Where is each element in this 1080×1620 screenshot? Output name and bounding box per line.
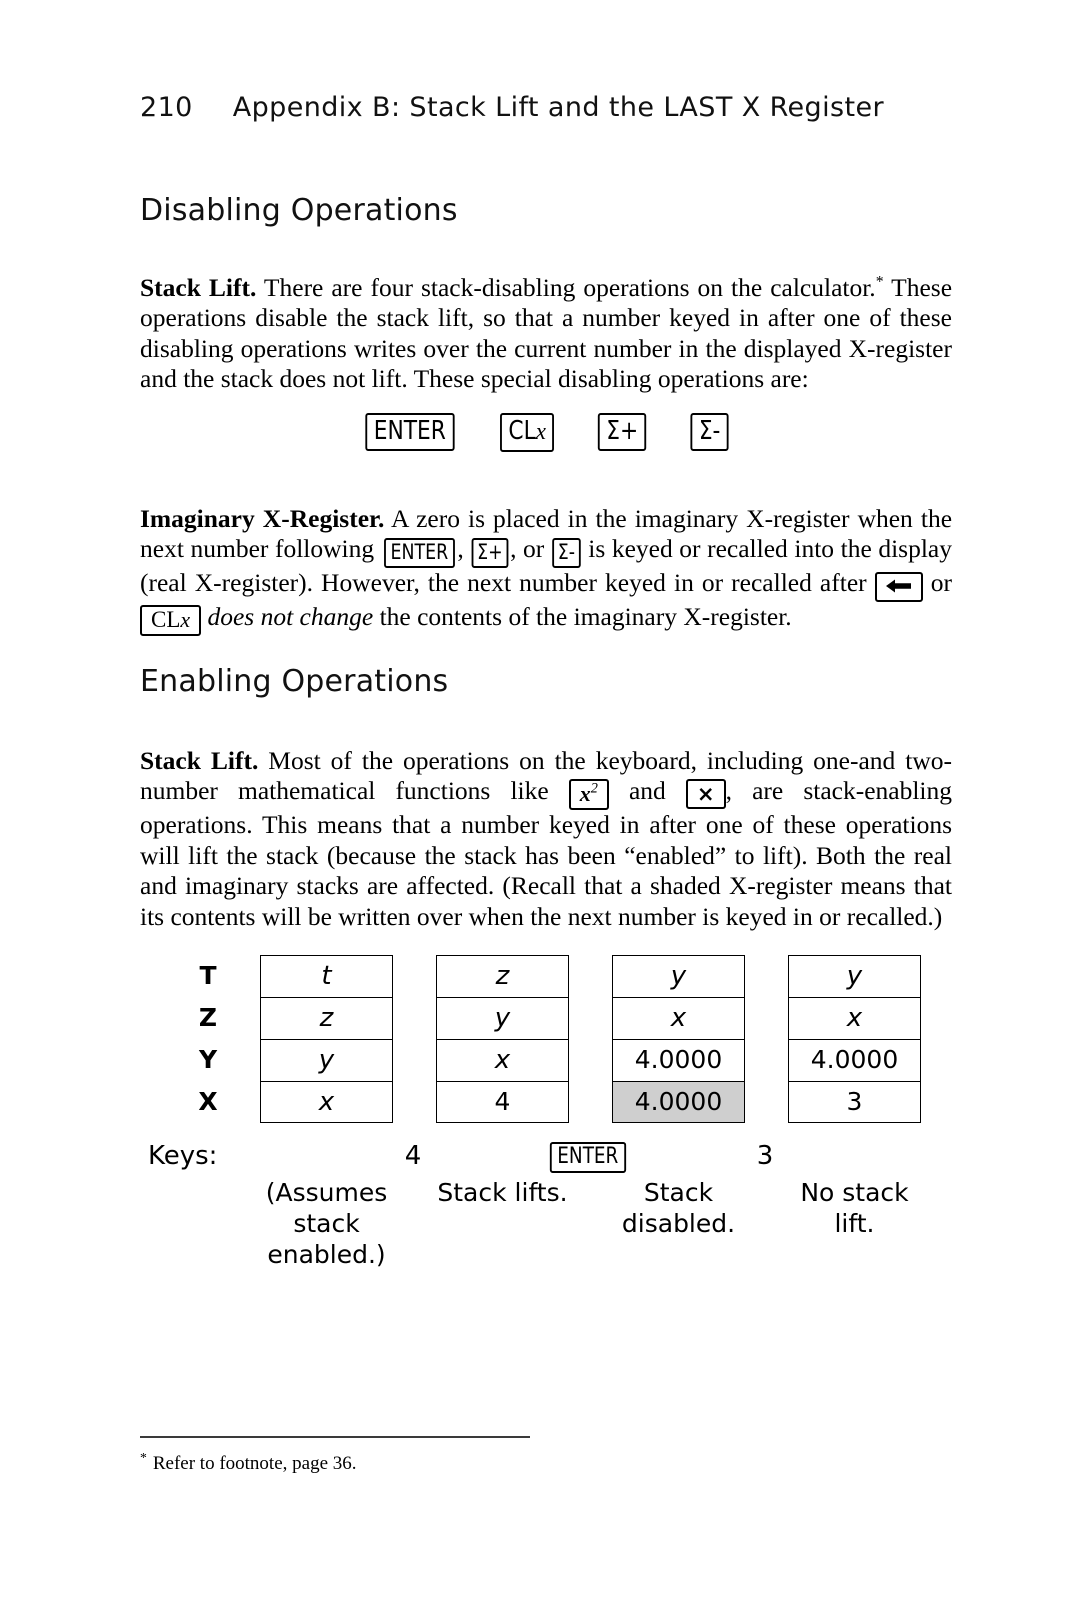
sigma-minus-key[interactable]: Σ-	[552, 538, 581, 569]
running-header: 210 Appendix B: Stack Lift and the LAST X…	[140, 92, 884, 123]
stack-cell-z: y	[436, 997, 569, 1039]
paragraph-text-part3: , or	[510, 534, 545, 564]
multiply-key[interactable]: ×	[685, 779, 726, 810]
section-heading-enabling-operations: Enabling Operations	[140, 664, 449, 699]
keystroke-3: 3	[756, 1141, 774, 1171]
stack-cell-y: 4.0000	[612, 1039, 745, 1081]
left-arrow-icon	[885, 579, 911, 593]
disabling-operations-key-row: ENTER CLx Σ+ Σ-	[140, 413, 952, 452]
register-label-column: T Z Y X	[180, 955, 236, 1123]
stack-cell-x: x	[260, 1081, 393, 1123]
footnote: * Refer to footnote, page 36.	[140, 1449, 740, 1476]
footnote-mark: *	[140, 1449, 147, 1465]
paragraph-text-part2: and	[628, 776, 666, 806]
footnote-reference-mark: *	[875, 273, 884, 290]
stack-cell-t: y	[788, 955, 921, 997]
stack-column-4: y x 4.0000 3	[788, 955, 921, 1123]
caption-column-1: (Assumes stack enabled.)	[265, 1178, 388, 1269]
stack-column-2: z y x 4	[436, 955, 569, 1123]
footnote-text: Refer to footnote, page 36.	[152, 1453, 357, 1474]
paragraph-stack-lift-enabling: Stack Lift. Most of the operations on th…	[140, 746, 952, 933]
footnote-separator-rule	[140, 1436, 530, 1438]
stack-cell-t: t	[260, 955, 393, 997]
register-label-x: X	[198, 1087, 218, 1116]
caption-column-3: Stack disabled.	[621, 1178, 736, 1238]
document-page: 210 Appendix B: Stack Lift and the LAST X…	[0, 0, 1080, 1620]
sigma-minus-key[interactable]: Σ-	[689, 413, 729, 451]
stack-cell-x: 4	[436, 1081, 569, 1123]
stack-cell-z: x	[788, 997, 921, 1039]
stack-cell-z: z	[260, 997, 393, 1039]
paragraph-text-part6: the contents of the imaginary X-register…	[379, 602, 792, 632]
stack-column-1: t z y x	[260, 955, 393, 1123]
stack-cell-y: y	[260, 1039, 393, 1081]
x-squared-key[interactable]: x2	[568, 779, 609, 810]
paragraph-emphasis-does-not-change: does not change	[207, 602, 374, 632]
register-label-z: Z	[198, 1003, 218, 1032]
paragraph-text-part2: ,	[457, 534, 464, 564]
stack-column-3: y x 4.0000 4.0000	[612, 955, 745, 1123]
keystroke-row: Keys: 4 ENTER 3	[140, 1137, 952, 1177]
paragraph-lead-in: Imaginary X-Register.	[140, 503, 385, 533]
keystroke-4: 4	[404, 1141, 422, 1171]
stack-columns: t z y x z y x 4 y x 4.0000 4.0000 y x 4.…	[260, 955, 952, 1123]
sigma-plus-key[interactable]: Σ+	[597, 413, 647, 451]
backspace-arrow-key[interactable]	[874, 572, 923, 603]
caption-column-4: No stack lift.	[800, 1178, 909, 1238]
keys-row-label: Keys:	[148, 1141, 218, 1171]
enter-key[interactable]: ENTER	[365, 413, 455, 451]
stack-cell-t: z	[436, 955, 569, 997]
keystroke-enter: ENTER	[520, 1137, 656, 1175]
paragraph-lead-in: Stack Lift.	[140, 745, 259, 775]
page-number: 210	[140, 92, 193, 123]
paragraph-text-part1: There are four stack-disabling operation…	[263, 272, 876, 302]
stack-cell-x-shaded: 4.0000	[612, 1081, 745, 1123]
paragraph-text-part5: or	[930, 568, 953, 598]
stack-diagram: T Z Y X t z y x z y x 4 y x 4.0000 4.000…	[140, 955, 952, 1285]
paragraph-imaginary-x-register: Imaginary X-Register. A zero is placed i…	[140, 504, 952, 636]
caption-column-2: Stack lifts.	[437, 1178, 568, 1207]
clx-key[interactable]: CLx	[499, 413, 555, 452]
stack-cell-t: y	[612, 955, 745, 997]
enter-key[interactable]: ENTER	[383, 538, 455, 569]
stack-column-captions: (Assumes stack enabled.) Stack lifts. St…	[260, 1177, 952, 1270]
stack-cell-y: 4.0000	[788, 1039, 921, 1081]
enter-key[interactable]: ENTER	[550, 1142, 626, 1173]
register-label-t: T	[199, 961, 217, 990]
register-label-y: Y	[198, 1045, 218, 1074]
clx-key[interactable]: CLx	[140, 605, 202, 636]
stack-cell-z: x	[612, 997, 745, 1039]
paragraph-stack-lift-disabling: Stack Lift. There are four stack-disabli…	[140, 273, 952, 395]
running-head-title: Appendix B: Stack Lift and the LAST X Re…	[232, 92, 884, 123]
stack-cell-y: x	[436, 1039, 569, 1081]
paragraph-lead-in: Stack Lift.	[140, 272, 257, 302]
section-heading-disabling-operations: Disabling Operations	[140, 193, 458, 228]
sigma-plus-key[interactable]: Σ+	[471, 538, 509, 569]
stack-cell-x: 3	[788, 1081, 921, 1123]
